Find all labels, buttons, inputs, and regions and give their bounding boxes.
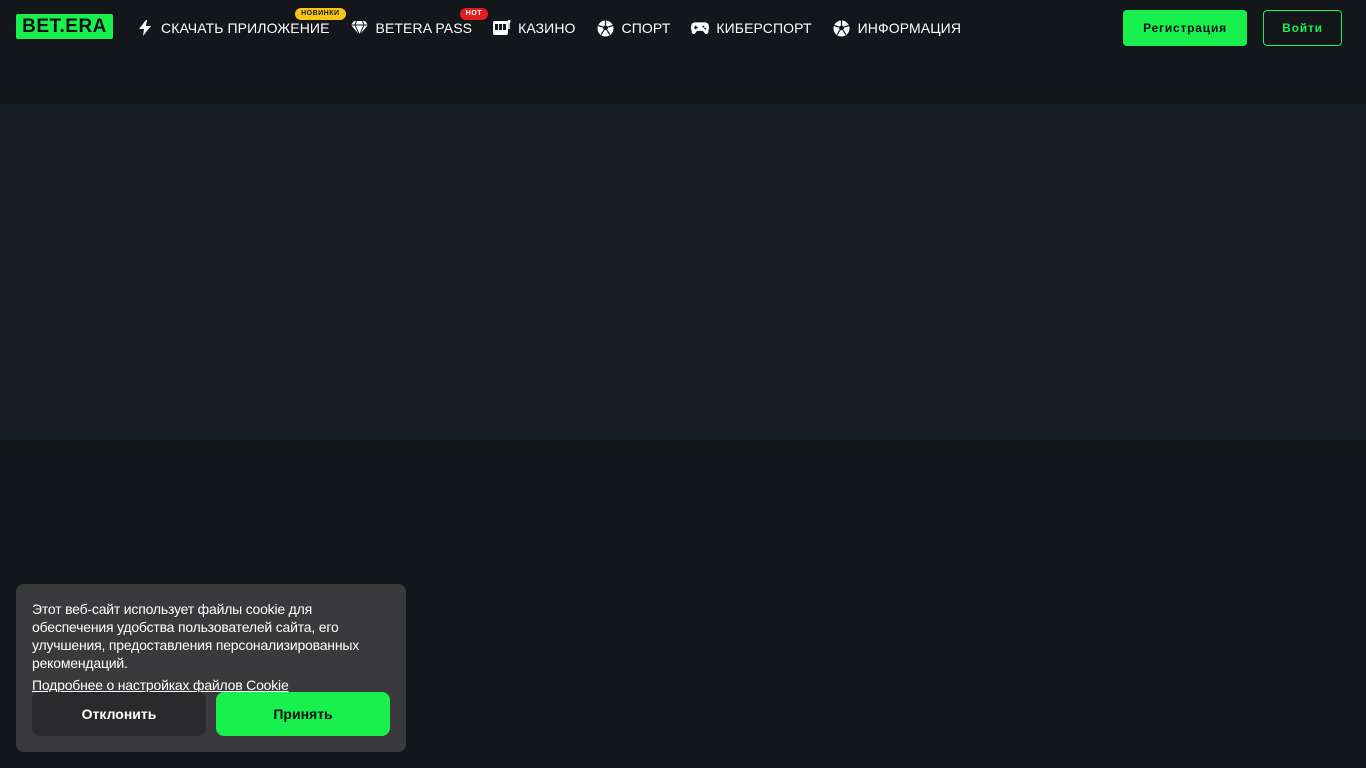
nav-item-label: СКАЧАТЬ ПРИЛОЖЕНИЕ xyxy=(161,20,330,36)
nav-item-sport[interactable]: СПОРТ xyxy=(597,0,671,56)
cookie-actions: Отклонить Принять xyxy=(32,692,390,736)
betera-logo[interactable]: BET.ERA xyxy=(16,14,113,39)
lightning-icon xyxy=(136,19,154,37)
soccer-ball-icon xyxy=(833,19,851,37)
nav-item-label: СПОРТ xyxy=(621,20,671,36)
nav-item-label: КАЗИНО xyxy=(518,20,576,36)
gamepad-icon xyxy=(691,19,710,37)
register-button[interactable]: Регистрация xyxy=(1123,10,1247,46)
nav-item-casino[interactable]: КАЗИНО xyxy=(493,0,575,56)
cookie-consent-text: Этот веб-сайт использует файлы cookie дл… xyxy=(32,601,360,671)
nav-item-download-app[interactable]: СКАЧАТЬ ПРИЛОЖЕНИЕ НОВИНКИ xyxy=(136,0,346,56)
main-nav: СКАЧАТЬ ПРИЛОЖЕНИЕ НОВИНКИ BETERA PASS H… xyxy=(136,0,982,56)
nav-item-esports[interactable]: КИБЕРСПОРТ xyxy=(691,0,812,56)
site-header: BET.ERA СКАЧАТЬ ПРИЛОЖЕНИЕ НОВИНКИ BETER… xyxy=(0,0,1366,56)
nav-item-label: BETERA PASS xyxy=(375,20,473,36)
decline-cookies-button[interactable]: Отклонить xyxy=(32,692,206,736)
badge-hot: HOT xyxy=(459,8,489,20)
soccer-ball-icon xyxy=(597,19,615,37)
nav-item-betera-pass[interactable]: BETERA PASS HOT xyxy=(351,0,489,56)
diamond-icon xyxy=(351,19,369,37)
login-button[interactable]: Войти xyxy=(1263,10,1342,46)
accept-cookies-button[interactable]: Принять xyxy=(216,692,390,736)
nav-item-label: КИБЕРСПОРТ xyxy=(716,20,812,36)
slot-machine-icon xyxy=(493,19,511,37)
nav-item-label: ИНФОРМАЦИЯ xyxy=(857,20,962,36)
nav-item-information[interactable]: ИНФОРМАЦИЯ xyxy=(833,0,961,56)
hero-banner-placeholder xyxy=(0,104,1366,440)
badge-new: НОВИНКИ xyxy=(295,8,346,20)
cookie-consent-panel: Этот веб-сайт использует файлы cookie дл… xyxy=(16,584,406,752)
